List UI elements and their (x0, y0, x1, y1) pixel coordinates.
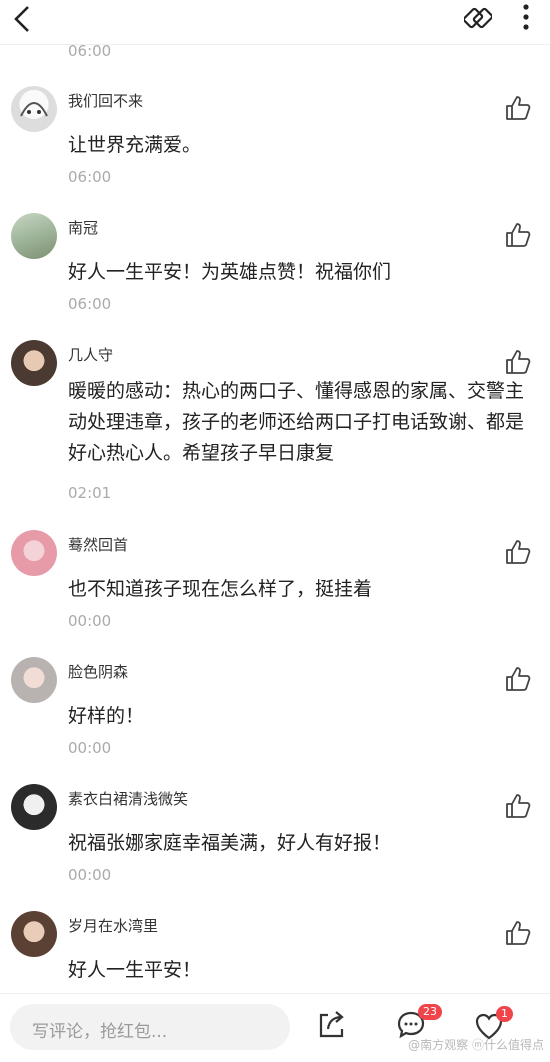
comment-username[interactable]: 素衣白裙清浅微笑 (68, 788, 188, 809)
comment-item: 南冠 好人一生平安！为英雄点赞！祝福你们 06:00 (0, 193, 550, 320)
comment-username[interactable]: 我们回不来 (68, 90, 143, 111)
comment-text: 好人一生平安！为英雄点赞！祝福你们 (68, 261, 392, 283)
avatar[interactable] (11, 530, 57, 576)
avatar[interactable] (11, 340, 57, 386)
comment-username[interactable]: 岁月在水湾里 (68, 915, 158, 936)
comment-time: 02:01 (68, 484, 112, 502)
comment-list: 我们回不来 让世界充满爱。 06:00 南冠 好人一生平安！为英雄点赞！祝福你们… (0, 66, 550, 1001)
comment-time: 00:00 (68, 866, 112, 884)
comment-username[interactable]: 南冠 (68, 217, 98, 238)
comment-time: 00:00 (68, 739, 112, 757)
comment-item: 脸色阴森 好样的！ 00:00 (0, 637, 550, 764)
thumbs-up-icon[interactable] (504, 221, 532, 249)
comment-time: 06:00 (68, 295, 112, 313)
thumbs-up-icon[interactable] (504, 919, 532, 947)
share-icon[interactable] (314, 1008, 348, 1042)
like-count-badge: 1 (496, 1006, 513, 1022)
comment-text: 暖暖的感动：热心的两口子、懂得感恩的家属、交警主动处理违章，孩子的老师还给两口子… (68, 380, 525, 464)
avatar[interactable] (11, 213, 57, 259)
comment-input[interactable]: 写评论，抢红包... (10, 1004, 290, 1050)
comment-item: 几人守 暖暖的感动：热心的两口子、懂得感恩的家属、交警主动处理违章，孩子的老师还… (0, 320, 550, 510)
avatar[interactable] (11, 911, 57, 957)
comment-time: 00:00 (68, 612, 112, 630)
comment-item: 岁月在水湾里 好人一生平安！ (0, 891, 550, 1001)
comment-input-placeholder: 写评论，抢红包... (32, 1022, 168, 1042)
thumbs-up-icon[interactable] (504, 792, 532, 820)
comment-item: 我们回不来 让世界充满爱。 06:00 (0, 66, 550, 193)
top-bar (0, 0, 550, 44)
share-link-icon[interactable] (464, 4, 492, 32)
comment-text: 让世界充满爱。 (68, 134, 202, 156)
avatar[interactable] (11, 86, 57, 132)
comment-username[interactable]: 脸色阴森 (68, 661, 128, 682)
avatar[interactable] (11, 657, 57, 703)
more-menu-icon[interactable] (516, 2, 536, 32)
avatar[interactable] (11, 784, 57, 830)
watermark: @南方观察 ⓜ什么值得点 (408, 1038, 544, 1052)
comment-text: 祝福张娜家庭幸福美满，好人有好报！ (68, 832, 392, 854)
comment-time: 06:00 (68, 168, 112, 186)
comment-text: 好样的！ (68, 705, 145, 727)
comment-item: 素衣白裙清浅微笑 祝福张娜家庭幸福美满，好人有好报！ 00:00 (0, 764, 550, 891)
thumbs-up-icon[interactable] (504, 538, 532, 566)
thumbs-up-icon[interactable] (504, 665, 532, 693)
comment-username[interactable]: 蓦然回首 (68, 534, 128, 555)
back-arrow-icon[interactable] (10, 4, 34, 34)
comment-username[interactable]: 几人守 (68, 344, 113, 365)
previous-comment-time: 06:00 (68, 42, 112, 60)
thumbs-up-icon[interactable] (504, 94, 532, 122)
thumbs-up-icon[interactable] (504, 348, 532, 376)
comment-item: 蓦然回首 也不知道孩子现在怎么样了，挺挂着 00:00 (0, 510, 550, 637)
comment-text: 也不知道孩子现在怎么样了，挺挂着 (68, 578, 373, 600)
comment-text: 好人一生平安！ (68, 959, 202, 981)
comment-count-badge: 23 (418, 1004, 442, 1020)
